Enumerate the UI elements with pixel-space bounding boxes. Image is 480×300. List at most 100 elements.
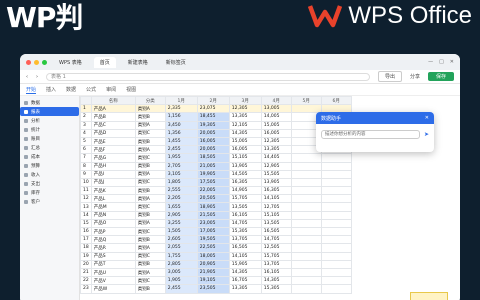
table-cell[interactable]: 类别A <box>134 120 166 130</box>
table-cell[interactable]: 产品K <box>90 186 136 196</box>
table-cell[interactable] <box>320 251 352 261</box>
table-cell[interactable]: 16,505 <box>228 243 262 253</box>
table-cell[interactable] <box>320 186 352 196</box>
table-cell[interactable]: 16,005 <box>228 145 262 155</box>
table-cell[interactable]: 20,005 <box>196 145 230 155</box>
sidebar-item[interactable]: 账目 <box>20 134 79 143</box>
table-cell[interactable]: 类别A <box>134 104 166 114</box>
table-cell[interactable]: 15,305 <box>260 284 292 294</box>
export-button[interactable]: 导出 <box>377 71 402 82</box>
table-cell[interactable]: 16 <box>80 226 92 237</box>
tab-new-page[interactable]: 新标签页 <box>160 57 192 68</box>
table-cell[interactable]: 15,705 <box>260 251 292 261</box>
table-cell[interactable] <box>290 284 322 294</box>
table-cell[interactable]: 2,335 <box>164 104 198 114</box>
table-cell[interactable]: 14,705 <box>228 218 262 229</box>
table-cell[interactable]: 19,105 <box>196 276 230 286</box>
table-cell[interactable]: 2,555 <box>164 186 198 196</box>
table-cell[interactable]: 18,005 <box>196 251 230 261</box>
table-cell[interactable]: 15,005 <box>228 136 262 147</box>
table-cell[interactable]: 产品B <box>90 112 136 122</box>
ribbon-tab-3[interactable]: 公式 <box>86 86 96 93</box>
table-cell[interactable]: 1,505 <box>164 226 198 237</box>
column-header[interactable]: 4月 <box>260 96 292 106</box>
table-cell[interactable] <box>290 202 322 212</box>
table-cell[interactable]: 13,505 <box>228 202 262 212</box>
table-cell[interactable]: 16,505 <box>260 226 292 237</box>
table-cell[interactable]: 16,305 <box>260 186 292 196</box>
table-cell[interactable]: 19,905 <box>196 169 230 179</box>
tab-new-sheet[interactable]: 新建表格 <box>122 57 154 68</box>
table-cell[interactable]: 产品E <box>90 136 136 147</box>
close-icon[interactable]: ✕ <box>425 115 429 121</box>
table-cell[interactable]: 14,405 <box>260 153 292 163</box>
table-cell[interactable]: 12,505 <box>260 243 292 253</box>
table-cell[interactable]: 17,505 <box>196 177 230 188</box>
table-cell[interactable]: 12,705 <box>260 202 292 212</box>
table-cell[interactable]: 4 <box>80 128 92 138</box>
table-cell[interactable]: 1,356 <box>164 128 198 138</box>
table-cell[interactable] <box>290 251 322 261</box>
table-cell[interactable]: 类别B <box>134 210 166 220</box>
table-cell[interactable]: 产品L <box>90 194 136 204</box>
column-header[interactable]: 6月 <box>320 96 352 106</box>
table-cell[interactable] <box>320 210 352 220</box>
table-cell[interactable]: 类别B <box>134 112 166 122</box>
table-cell[interactable]: 20,505 <box>196 194 230 204</box>
table-cell[interactable]: 17,005 <box>196 226 230 237</box>
table-cell[interactable]: 21,005 <box>196 161 230 171</box>
table-cell[interactable] <box>290 169 322 179</box>
table-cell[interactable]: 12,905 <box>260 161 292 171</box>
table-cell[interactable]: 12,105 <box>228 120 262 130</box>
table-cell[interactable]: 14,905 <box>228 186 262 196</box>
table-cell[interactable]: 类别B <box>134 186 166 196</box>
table-cell[interactable]: 类别C <box>134 177 166 188</box>
table-cell[interactable]: 1,655 <box>164 202 198 212</box>
table-cell[interactable]: 13,705 <box>260 259 292 269</box>
table-cell[interactable]: 1,905 <box>164 276 198 286</box>
tab-home[interactable]: 首页 <box>93 56 116 68</box>
sidebar-item[interactable]: 数据 <box>20 98 79 107</box>
table-cell[interactable] <box>320 284 352 294</box>
forward-icon[interactable]: › <box>36 74 38 80</box>
table-cell[interactable] <box>320 153 352 163</box>
minimize-icon[interactable] <box>34 59 39 65</box>
table-cell[interactable] <box>290 267 322 278</box>
table-cell[interactable]: 17 <box>80 235 92 245</box>
table-cell[interactable]: 2,055 <box>164 243 198 253</box>
table-cell[interactable] <box>320 226 352 237</box>
table-cell[interactable] <box>290 186 322 196</box>
table-cell[interactable]: 14,105 <box>260 194 292 204</box>
table-cell[interactable]: 2,805 <box>164 259 198 269</box>
table-cell[interactable]: 产品J <box>90 177 136 188</box>
table-cell[interactable]: 14,305 <box>228 267 262 278</box>
table-cell[interactable]: 类别A <box>134 243 166 253</box>
table-cell[interactable] <box>290 161 322 171</box>
table-cell[interactable]: 类别B <box>134 136 166 147</box>
table-cell[interactable]: 22,005 <box>196 186 230 196</box>
table-cell[interactable] <box>290 218 322 229</box>
table-cell[interactable]: 16,705 <box>228 276 262 286</box>
table-cell[interactable]: 产品F <box>90 145 136 155</box>
address-bar[interactable]: 表格 1 <box>46 72 370 81</box>
table-cell[interactable]: 1 <box>80 104 92 114</box>
table-cell[interactable]: 产品R <box>90 243 136 253</box>
table-cell[interactable]: 类别B <box>134 259 166 269</box>
table-cell[interactable]: 20 <box>80 259 92 269</box>
table-cell[interactable]: 9 <box>80 169 92 179</box>
table-cell[interactable]: 7 <box>80 153 92 163</box>
table-cell[interactable]: 13,005 <box>260 104 292 114</box>
table-cell[interactable]: 1,805 <box>164 177 198 188</box>
table-cell[interactable]: 2,455 <box>164 145 198 155</box>
table-cell[interactable]: 产品W <box>90 284 136 294</box>
table-cell[interactable] <box>290 153 322 163</box>
table-cell[interactable]: 1,955 <box>164 153 198 163</box>
table-cell[interactable]: 19,505 <box>196 235 230 245</box>
table-cell[interactable]: 23 <box>80 284 92 294</box>
send-icon[interactable]: ➤ <box>424 131 429 138</box>
table-cell[interactable]: 15,305 <box>228 226 262 237</box>
table-cell[interactable]: 3,005 <box>164 267 198 278</box>
table-cell[interactable]: 15 <box>80 218 92 229</box>
column-header[interactable]: 3月 <box>228 96 262 106</box>
table-cell[interactable]: 产品V <box>90 276 136 286</box>
